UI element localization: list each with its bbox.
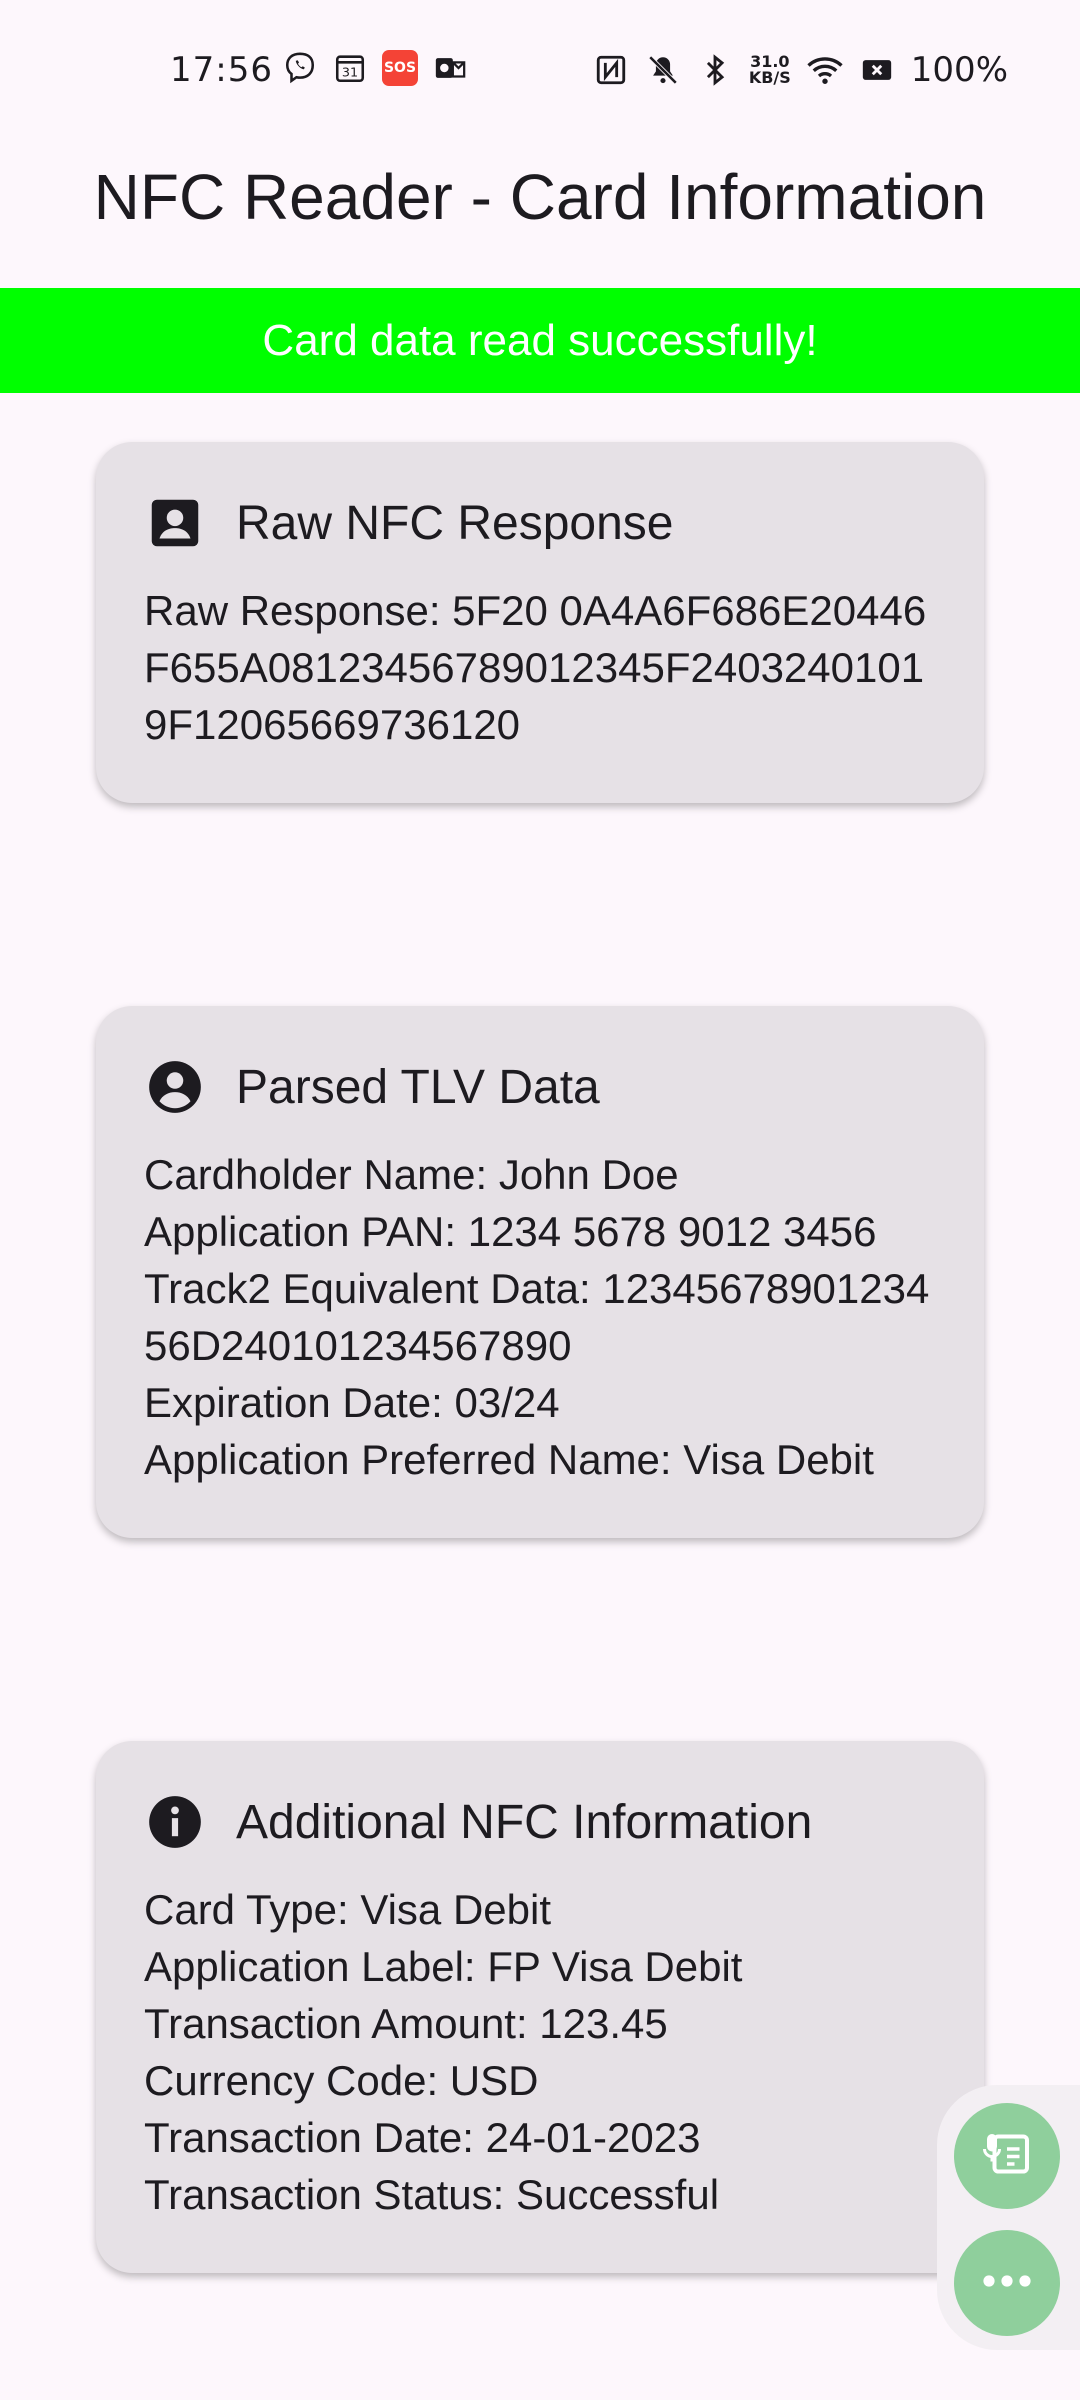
raw-response-text: Raw Response: 5F20 0A4A6F686E20446F655A0… xyxy=(144,587,927,748)
cardholder-name: Cardholder Name: John Doe xyxy=(144,1151,679,1198)
svg-text:31: 31 xyxy=(342,66,358,81)
status-time: 17:56 xyxy=(170,50,273,90)
info-icon xyxy=(144,1791,206,1853)
page-title: NFC Reader - Card Information xyxy=(93,161,987,233)
preferred-name: Application Preferred Name: Visa Debit xyxy=(144,1436,874,1483)
contact-card-icon xyxy=(144,492,206,554)
card-title: Raw NFC Response xyxy=(236,496,674,550)
application-pan: Application PAN: 1234 5678 9012 3456 xyxy=(144,1208,877,1255)
raw-response-card: Raw NFC Response Raw Response: 5F20 0A4A… xyxy=(96,442,984,803)
battery-level: 100% xyxy=(910,50,1008,90)
more-button[interactable] xyxy=(954,2230,1060,2336)
no-sim-icon xyxy=(859,52,895,88)
card-title: Parsed TLV Data xyxy=(236,1060,600,1114)
currency-code: Currency Code: USD xyxy=(144,2057,539,2104)
calendar-31-icon: 31 xyxy=(332,50,368,86)
transaction-date: Transaction Date: 24-01-2023 xyxy=(144,2114,701,2161)
additional-info-card: Additional NFC Information Card Type: Vi… xyxy=(96,1741,984,2273)
parsed-tlv-card: Parsed TLV Data Cardholder Name: John Do… xyxy=(96,1006,984,1538)
more-icon xyxy=(979,2271,1035,2296)
account-circle-icon xyxy=(144,1056,206,1118)
expiration-date: Expiration Date: 03/24 xyxy=(144,1379,560,1426)
wifi-icon xyxy=(807,52,843,88)
application-label: Application Label: FP Visa Debit xyxy=(144,1943,743,1990)
status-bar: 17:56 31 SOS 31.0 KB/S 100% xyxy=(0,0,1080,140)
network-speed: 31.0 KB/S xyxy=(748,52,791,87)
nfc-icon xyxy=(593,52,629,88)
transaction-amount: Transaction Amount: 123.45 xyxy=(144,2000,668,2047)
card-title: Additional NFC Information xyxy=(236,1795,813,1849)
sos-icon: SOS xyxy=(382,50,418,86)
outlook-icon xyxy=(432,50,468,86)
voice-notes-icon xyxy=(977,2124,1037,2189)
floating-side-panel xyxy=(937,2085,1080,2350)
transaction-status: Transaction Status: Successful xyxy=(144,2171,720,2218)
status-banner: Card data read successfully! xyxy=(0,288,1080,393)
track2-data: Track2 Equivalent Data: 1234567890123456… xyxy=(144,1265,930,1369)
card-type: Card Type: Visa Debit xyxy=(144,1886,551,1933)
mute-icon xyxy=(645,52,681,88)
viber-icon xyxy=(282,50,318,86)
voice-notes-button[interactable] xyxy=(954,2103,1060,2209)
bluetooth-icon xyxy=(697,52,733,88)
